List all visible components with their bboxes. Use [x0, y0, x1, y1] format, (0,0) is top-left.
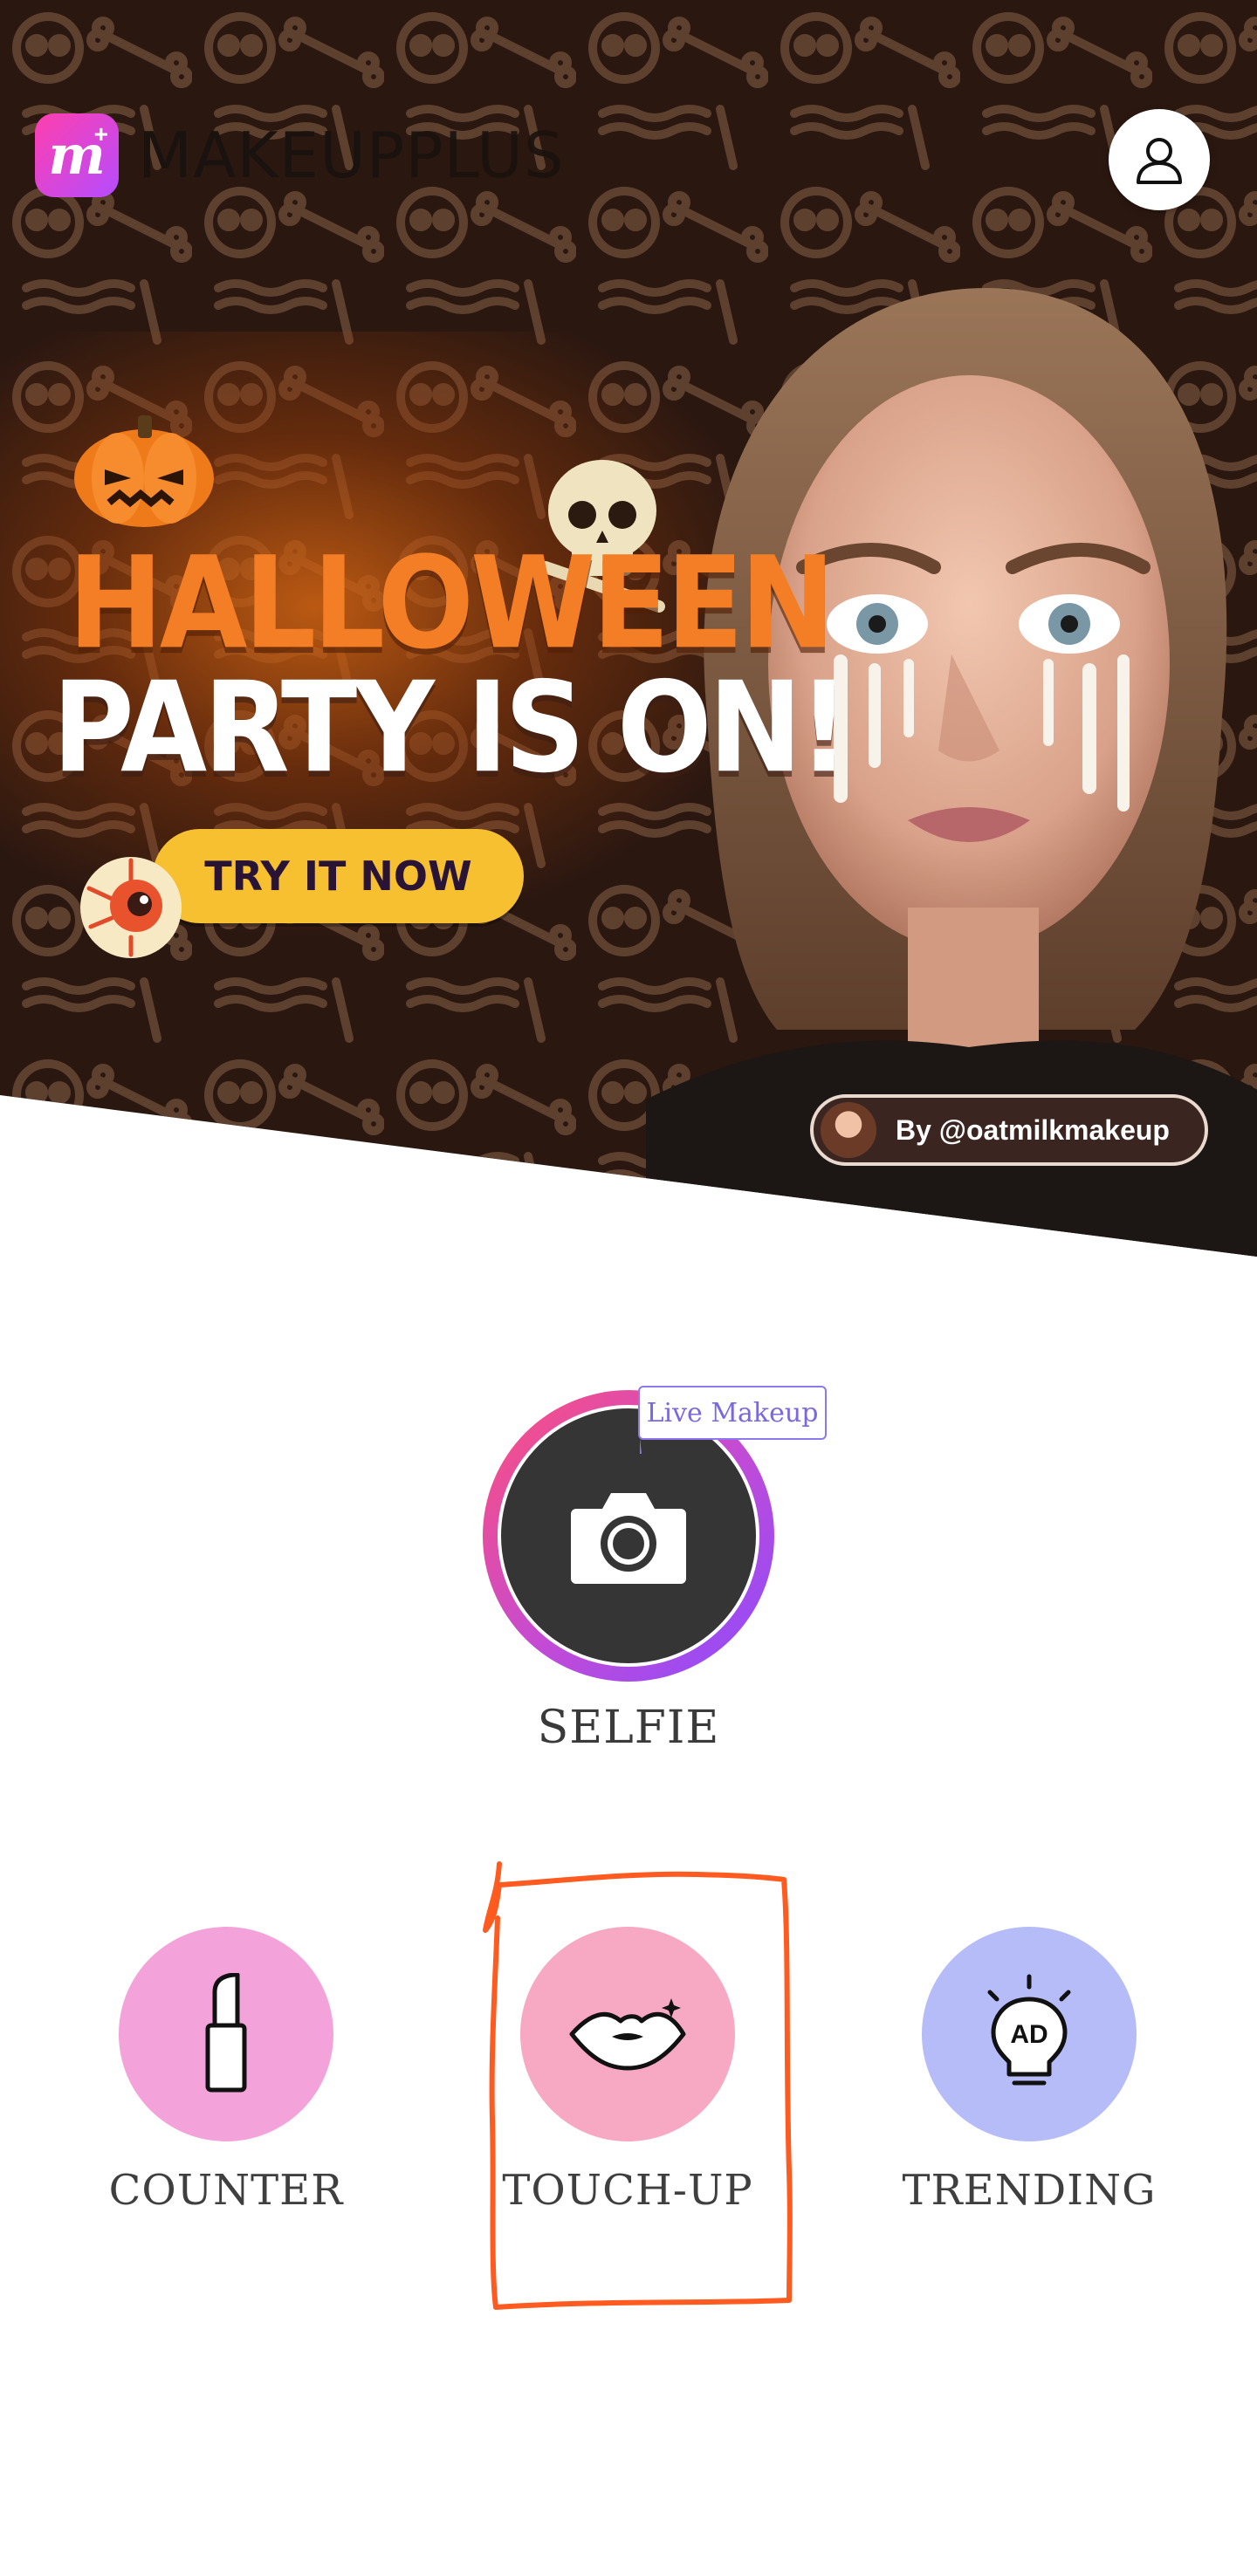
headline-party: PARTY IS ON! — [52, 655, 849, 801]
lipstick-icon — [205, 1973, 247, 2093]
trending-button[interactable]: AD — [922, 1927, 1137, 2141]
logo-plus: + — [93, 120, 108, 147]
hero-banner[interactable]: m + MAKEUPPLUS HALLOWEEN PARTY IS ON! TR… — [0, 0, 1257, 1257]
camera-icon — [571, 1493, 686, 1584]
eyeball-icon — [80, 857, 182, 958]
live-makeup-badge: Live Makeup — [638, 1386, 827, 1454]
app-logo-icon: m + — [35, 113, 119, 197]
brand-name: MAKEUPPLUS — [138, 119, 565, 192]
creator-credit-text: By @oatmilkmakeup — [896, 1113, 1170, 1146]
counter-button[interactable] — [119, 1927, 333, 2141]
creator-credit-chip[interactable]: By @oatmilkmakeup — [810, 1094, 1208, 1166]
touch-up-highlight-annotation — [483, 1861, 793, 2310]
ad-text: AD — [1010, 2020, 1048, 2049]
counter-label: COUNTER — [108, 2166, 344, 2215]
user-icon — [1137, 138, 1182, 184]
brand-name-light: PLUS — [405, 119, 565, 192]
brand-name-bold: MAKEUP — [138, 119, 406, 192]
selfie-label: SELFIE — [537, 1702, 720, 1754]
profile-button[interactable] — [1109, 109, 1210, 210]
pumpkin-icon — [74, 415, 214, 527]
selfie-button-inner — [498, 1405, 759, 1667]
ad-lightbulb-icon: AD — [987, 1974, 1071, 2086]
trending-label: TRENDING — [902, 2166, 1157, 2215]
creator-avatar — [821, 1102, 876, 1158]
try-it-now-button[interactable]: TRY IT NOW — [153, 829, 524, 923]
app-logo: m + MAKEUPPLUS — [35, 113, 565, 197]
